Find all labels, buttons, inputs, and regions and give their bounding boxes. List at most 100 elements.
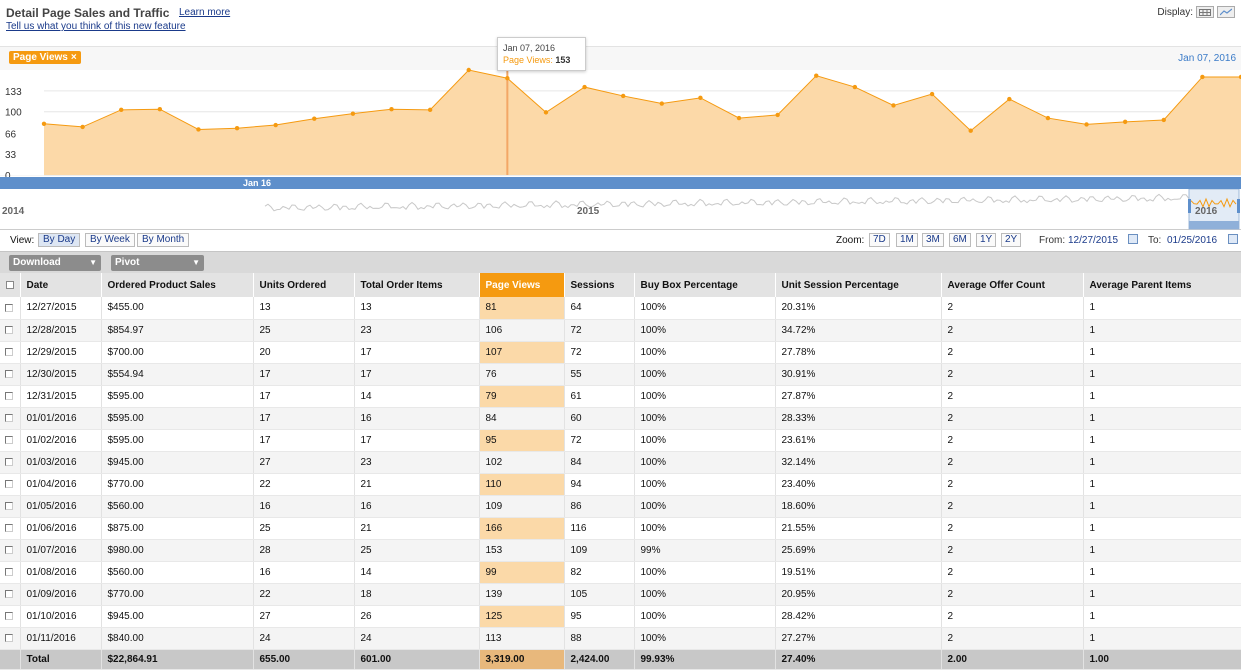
- zoom-6m-button[interactable]: 6M: [949, 233, 971, 247]
- checkbox[interactable]: [5, 303, 13, 312]
- row-checkbox-cell[interactable]: [0, 583, 21, 606]
- checkbox[interactable]: [5, 325, 13, 334]
- row-checkbox-cell[interactable]: [0, 627, 21, 650]
- table-row[interactable]: 01/06/2016 $875.00 25 21 166 116 100% 21.55% 2 1: [0, 517, 1241, 540]
- row-checkbox-cell[interactable]: [0, 297, 21, 320]
- column-header[interactable]: Average Parent Items: [1083, 273, 1241, 297]
- zoom-3m-button[interactable]: 3M: [922, 233, 944, 247]
- overview-svg[interactable]: 2014 2015 2016: [0, 188, 1241, 230]
- table-row[interactable]: 12/31/2015 $595.00 17 14 79 61 100% 27.87% 2 1: [0, 385, 1241, 408]
- data-point[interactable]: [620, 93, 626, 99]
- checkbox[interactable]: [5, 369, 13, 378]
- checkbox[interactable]: [5, 633, 13, 642]
- column-header[interactable]: Page Views: [479, 273, 565, 297]
- to-date-input[interactable]: 01/25/2016: [1167, 235, 1217, 246]
- data-point[interactable]: [1161, 117, 1166, 123]
- row-checkbox-cell[interactable]: [0, 363, 21, 386]
- column-header[interactable]: Units Ordered: [253, 273, 355, 297]
- row-checkbox-cell[interactable]: [0, 385, 21, 408]
- row-checkbox-cell[interactable]: [0, 341, 21, 364]
- feedback-link[interactable]: Tell us what you think of this new featu…: [6, 21, 186, 32]
- pivot-dropdown[interactable]: Pivot ▼: [111, 255, 204, 271]
- column-header[interactable]: Ordered Product Sales: [101, 273, 254, 297]
- data-point[interactable]: [736, 115, 742, 121]
- view-by-month-button[interactable]: By Month: [137, 233, 190, 247]
- data-point[interactable]: [466, 67, 471, 73]
- data-point[interactable]: [505, 76, 510, 81]
- zoom-7d-button[interactable]: 7D: [869, 233, 890, 247]
- data-point[interactable]: [80, 124, 85, 130]
- checkbox[interactable]: [5, 457, 13, 466]
- data-point[interactable]: [350, 111, 356, 116]
- data-point[interactable]: [852, 84, 858, 90]
- table-row[interactable]: 12/28/2015 $854.97 25 23 106 72 100% 34.72% 2 1: [0, 319, 1241, 342]
- chart-view-button[interactable]: [1217, 6, 1235, 18]
- navigator-bar[interactable]: Jan 16: [0, 177, 1241, 189]
- row-checkbox-cell[interactable]: [0, 451, 21, 474]
- data-point[interactable]: [582, 84, 587, 90]
- column-header[interactable]: Buy Box Percentage: [634, 273, 776, 297]
- row-checkbox-cell[interactable]: [0, 495, 21, 518]
- data-point[interactable]: [543, 110, 549, 115]
- data-point[interactable]: [157, 107, 163, 112]
- row-checkbox-cell[interactable]: [0, 319, 21, 342]
- column-header[interactable]: Unit Session Percentage: [775, 273, 942, 297]
- data-point[interactable]: [196, 127, 201, 132]
- checkbox[interactable]: [5, 545, 13, 554]
- table-row[interactable]: 12/29/2015 $700.00 20 17 107 72 100% 27.78% 2 1: [0, 341, 1241, 364]
- zoom-1m-button[interactable]: 1M: [896, 233, 918, 247]
- data-point[interactable]: [273, 122, 278, 128]
- checkbox[interactable]: [5, 413, 13, 422]
- table-row[interactable]: 01/11/2016 $840.00 24 24 113 88 100% 27.27% 2 1: [0, 627, 1241, 650]
- main-chart-svg[interactable]: 03366100133: [0, 47, 1241, 177]
- data-point[interactable]: [1200, 74, 1205, 80]
- table-row[interactable]: 01/10/2016 $945.00 27 26 125 95 100% 28.42% 2 1: [0, 605, 1241, 628]
- row-checkbox-cell[interactable]: [0, 605, 21, 628]
- data-point[interactable]: [41, 121, 47, 126]
- checkbox[interactable]: [5, 479, 13, 488]
- table-row[interactable]: 12/27/2015 $455.00 13 13 81 64 100% 20.31% 2 1: [0, 297, 1241, 320]
- row-checkbox-cell[interactable]: [0, 561, 21, 584]
- data-point[interactable]: [659, 101, 665, 106]
- row-checkbox-cell[interactable]: [0, 517, 21, 540]
- table-view-button[interactable]: [1196, 6, 1214, 18]
- from-date-input[interactable]: 12/27/2015: [1068, 235, 1118, 246]
- view-by-day-button[interactable]: By Day: [38, 233, 81, 247]
- table-row[interactable]: 12/30/2015 $554.94 17 17 76 55 100% 30.91% 2 1: [0, 363, 1241, 386]
- range-scrollbar[interactable]: [1189, 221, 1239, 229]
- data-point[interactable]: [775, 112, 780, 118]
- checkbox[interactable]: [5, 501, 13, 510]
- column-header[interactable]: Date: [20, 273, 102, 297]
- table-row[interactable]: 01/09/2016 $770.00 22 18 139 105 100% 20.95% 2 1: [0, 583, 1241, 606]
- checkbox[interactable]: [5, 589, 13, 598]
- data-point[interactable]: [234, 125, 240, 131]
- zoom-1y-button[interactable]: 1Y: [976, 233, 997, 247]
- data-point[interactable]: [929, 91, 935, 97]
- checkbox[interactable]: [5, 611, 13, 620]
- table-row[interactable]: 01/07/2016 $980.00 28 25 153 109 99% 25.69% 2 1: [0, 539, 1241, 562]
- checkbox[interactable]: [5, 347, 13, 356]
- data-point[interactable]: [1045, 115, 1051, 121]
- column-header[interactable]: Average Offer Count: [941, 273, 1084, 297]
- checkbox[interactable]: [5, 523, 13, 532]
- learn-more-link[interactable]: Learn more: [179, 7, 230, 18]
- row-checkbox-cell[interactable]: [0, 473, 21, 496]
- data-point[interactable]: [968, 128, 973, 133]
- zoom-2y-button[interactable]: 2Y: [1001, 233, 1022, 247]
- table-row[interactable]: 01/08/2016 $560.00 16 14 99 82 100% 19.51% 2 1: [0, 561, 1241, 584]
- data-point[interactable]: [1122, 119, 1128, 125]
- column-header[interactable]: Total Order Items: [354, 273, 480, 297]
- table-row[interactable]: 01/01/2016 $595.00 17 16 84 60 100% 28.33% 2 1: [0, 407, 1241, 430]
- checkbox[interactable]: [6, 280, 14, 289]
- checkbox[interactable]: [5, 391, 13, 400]
- download-dropdown[interactable]: Download ▼: [9, 255, 101, 271]
- checkbox[interactable]: [5, 435, 13, 444]
- calendar-icon[interactable]: [1228, 234, 1238, 244]
- data-point[interactable]: [389, 107, 394, 112]
- table-row[interactable]: 01/05/2016 $560.00 16 16 109 86 100% 18.60% 2 1: [0, 495, 1241, 518]
- data-point[interactable]: [1084, 122, 1089, 127]
- row-checkbox-cell[interactable]: [0, 429, 21, 452]
- calendar-icon[interactable]: [1128, 234, 1138, 244]
- select-all-checkbox[interactable]: [0, 273, 21, 297]
- checkbox[interactable]: [5, 567, 13, 576]
